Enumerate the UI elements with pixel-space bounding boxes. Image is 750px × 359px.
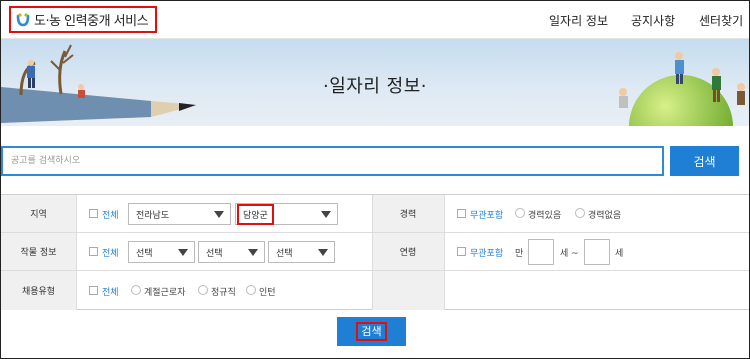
employment-all-label[interactable]: 전체 [102,285,119,298]
employment-label: 채용유형 [1,271,76,310]
search-input[interactable] [1,146,664,176]
divider [372,195,373,310]
logo-icon [16,12,30,26]
chevron-down-icon [178,249,188,256]
logo-text: 도·농 인력중개 서비스 [34,14,149,29]
crop-select-1[interactable]: 선택 [128,241,195,263]
chevron-down-icon [321,211,331,218]
experience-no-radio[interactable] [575,208,585,218]
submit-search-button[interactable]: 검색 [337,317,406,346]
nav-find-center[interactable]: 센터찾기 [699,12,743,29]
region-label: 지역 [1,195,76,233]
hero-title: ·일자리 정보· [323,76,427,97]
nav-job-info[interactable]: 일자리 정보 [549,12,608,29]
region-all-label[interactable]: 전체 [102,208,119,221]
age-min-input[interactable] [528,239,554,265]
filter-table: 지역 작물 정보 채용유형 경력 연령 전체 전라남도 담양군 무관포함 경력있… [1,194,749,310]
search-row: 검색 [1,146,749,177]
age-min-prefix: 만 [515,249,524,259]
crop-all-checkbox[interactable] [89,247,98,256]
age-any-checkbox[interactable] [457,247,466,256]
crop-select-3[interactable]: 선택 [268,241,335,263]
age-unit-2: 세 [615,249,624,259]
chevron-down-icon [318,249,328,256]
chevron-down-icon [214,211,224,218]
county-select[interactable]: 담양군 [235,203,338,225]
age-any-label[interactable]: 무관포함 [470,246,503,259]
region-all-checkbox[interactable] [89,209,98,218]
employment-fulltime-label[interactable]: 정규직 [211,285,236,298]
age-unit-1: 세 ~ [560,249,579,259]
search-button[interactable]: 검색 [670,146,739,176]
chevron-down-icon [248,249,258,256]
submit-search-label: 검색 [356,322,387,341]
crop-all-label[interactable]: 전체 [102,246,119,259]
divider [76,195,77,310]
employment-seasonal-label[interactable]: 계절근로자 [144,285,185,298]
experience-label: 경력 [372,195,444,233]
empty-label-cell [372,271,444,310]
province-select[interactable]: 전라남도 [128,203,231,225]
employment-intern-label[interactable]: 인턴 [259,285,276,298]
age-max-input[interactable] [584,239,610,265]
site-logo[interactable]: 도·농 인력중개 서비스 [9,6,157,33]
employment-fulltime-radio[interactable] [198,285,208,295]
divider [444,195,445,310]
experience-any-checkbox[interactable] [457,209,466,218]
experience-yes-radio[interactable] [515,208,525,218]
nav-notices[interactable]: 공지사항 [631,12,675,29]
crop-select-2[interactable]: 선택 [198,241,265,263]
experience-no-label[interactable]: 경력없음 [588,208,621,221]
experience-any-label[interactable]: 무관포함 [470,208,503,221]
crop-select-3-value: 선택 [276,248,293,259]
top-bar: 도·농 인력중개 서비스 일자리 정보 공지사항 센터찾기 [1,1,749,39]
county-select-value: 담양군 [237,203,274,225]
hero-banner: ·일자리 정보· [1,39,749,126]
experience-yes-label[interactable]: 경력있음 [528,208,561,221]
crop-label: 작물 정보 [1,233,76,271]
crop-select-2-value: 선택 [206,248,223,259]
employment-intern-radio[interactable] [246,285,256,295]
employment-seasonal-radio[interactable] [131,285,141,295]
crop-select-1-value: 선택 [136,248,153,259]
province-select-value: 전라남도 [136,210,170,221]
employment-all-checkbox[interactable] [89,286,98,295]
age-label: 연령 [372,233,444,271]
